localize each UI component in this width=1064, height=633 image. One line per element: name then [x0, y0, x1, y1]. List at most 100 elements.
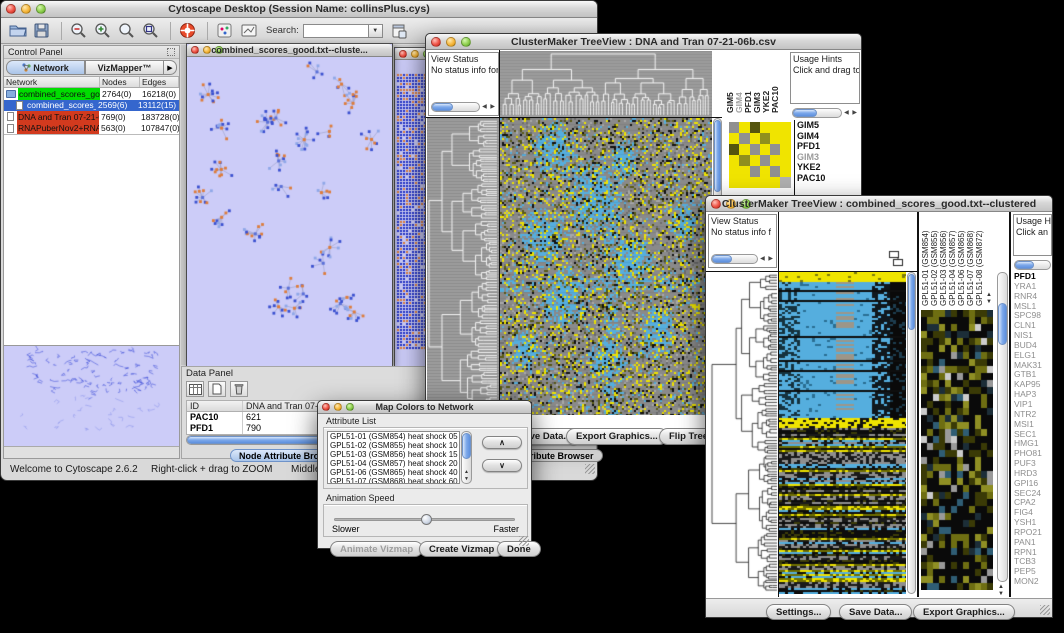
matrix-cell[interactable]	[780, 177, 790, 188]
tv2-usage-scrollbar[interactable]	[1014, 259, 1051, 271]
matrix-cell[interactable]	[760, 144, 770, 155]
matrix-cell[interactable]	[760, 155, 770, 166]
tv1-titlebar[interactable]: ClusterMaker TreeView : DNA and Tran 07-…	[426, 34, 861, 50]
matrix-cell[interactable]	[770, 166, 780, 177]
matrix-cell[interactable]	[729, 133, 739, 144]
select-attributes-icon[interactable]	[186, 381, 204, 397]
tv2-titlebar[interactable]: ClusterMaker TreeView : combined_scores_…	[706, 196, 1052, 212]
tv1-similarity-matrix[interactable]	[729, 122, 791, 188]
slider-thumb[interactable]	[421, 514, 432, 525]
float-panel-icon[interactable]	[167, 48, 175, 56]
zoom-in-icon[interactable]	[92, 21, 113, 41]
create-vizmap-button[interactable]: Create Vizmap	[419, 541, 504, 557]
matrix-cell[interactable]	[739, 144, 749, 155]
tv2-gene-scroll-arrows[interactable]: ▲▼	[998, 584, 1004, 598]
col-nodes[interactable]: Nodes	[100, 77, 140, 87]
matrix-cell[interactable]	[739, 177, 749, 188]
tv1-row-dendrogram[interactable]	[427, 118, 499, 415]
network-list-row[interactable]: combined_scores_good.txt2764(0)16218(0)	[4, 88, 179, 100]
save-icon[interactable]	[31, 21, 52, 41]
matrix-cell[interactable]	[739, 166, 749, 177]
matrix-cell[interactable]	[780, 166, 790, 177]
matrix-cell[interactable]	[780, 155, 790, 166]
dialog-titlebar[interactable]: Map Colors to Network	[318, 401, 531, 414]
zoom-out-icon[interactable]	[68, 21, 89, 41]
network1-canvas[interactable]	[187, 57, 392, 366]
matrix-cell[interactable]	[750, 144, 760, 155]
col-network[interactable]: Network	[4, 77, 100, 87]
resize-grip[interactable]	[585, 464, 595, 474]
tv2-row-dendrogram[interactable]	[708, 272, 778, 594]
matrix-cell[interactable]	[739, 122, 749, 133]
animate-vizmap-button[interactable]: Animate Vizmap	[330, 541, 423, 557]
attribute-list-item[interactable]: GPL51-06 (GSM865) heat shock 40 min	[328, 468, 459, 477]
matrix-cell[interactable]	[770, 177, 780, 188]
matrix-cell[interactable]	[729, 144, 739, 155]
matrix-cell[interactable]	[729, 177, 739, 188]
attribute-list-item[interactable]: GPL51-07 (GSM868) heat shock 60 min	[328, 477, 459, 484]
attribute-list-item[interactable]: GPL51-03 (GSM856) heat shock 15 min	[328, 450, 459, 459]
tv2-label-scroll-arrows[interactable]: ▲▼	[986, 292, 992, 306]
view-status-scrollbar[interactable]: ◀ ▶	[711, 253, 774, 265]
matrix-cell[interactable]	[760, 133, 770, 144]
matrix-cell[interactable]	[760, 166, 770, 177]
matrix-cell[interactable]	[770, 144, 780, 155]
tv2-gene-vscrollbar[interactable]	[997, 272, 1008, 582]
open-folder-icon[interactable]	[7, 21, 28, 41]
matrix-cell[interactable]	[750, 166, 760, 177]
matrix-cell[interactable]	[770, 155, 780, 166]
tab-vizmapper[interactable]: VizMapper™	[85, 60, 164, 75]
attribute-list-item[interactable]: GPL51-01 (GSM854) heat shock 05 min	[328, 432, 459, 441]
col-edges[interactable]: Edges	[140, 77, 179, 87]
matrix-cell[interactable]	[739, 155, 749, 166]
tv2-heatmap[interactable]	[779, 272, 906, 594]
resize-grip[interactable]	[519, 536, 529, 546]
matrix-cell[interactable]	[729, 166, 739, 177]
network-list-row[interactable]: RNAPuberNov2+RNAP.csv563(0)107847(0)	[4, 123, 179, 135]
help-ring-icon[interactable]	[177, 21, 198, 41]
matrix-cell[interactable]	[780, 133, 790, 144]
attribute-list[interactable]: GPL51-01 (GSM854) heat shock 05 minGPL51…	[327, 431, 460, 484]
matrix-cell[interactable]	[729, 122, 739, 133]
attribute-list-item[interactable]: GPL51-02 (GSM855) heat shock 10 min	[328, 441, 459, 450]
network-overview-panel[interactable]	[4, 345, 179, 446]
zoom-fit-icon[interactable]	[140, 21, 161, 41]
close-button[interactable]	[399, 50, 407, 58]
matrix-cell[interactable]	[780, 144, 790, 155]
matrix-cell[interactable]	[729, 155, 739, 166]
settings-button[interactable]: Settings...	[766, 604, 831, 620]
main-titlebar[interactable]: Cytoscape Desktop (Session Name: collins…	[1, 1, 597, 18]
tv2-column-dendrogram[interactable]	[779, 213, 906, 270]
tab-overflow-button[interactable]: ▶	[164, 60, 177, 75]
matrix-cell[interactable]	[760, 122, 770, 133]
matrix-cell[interactable]	[770, 133, 780, 144]
tab-network[interactable]: Network	[6, 60, 85, 75]
attribute-list-scrollbar[interactable]: ▲ ▼	[461, 431, 472, 484]
new-attribute-icon[interactable]	[208, 381, 226, 397]
matrix-cell[interactable]	[780, 122, 790, 133]
col-id[interactable]: ID	[187, 401, 243, 411]
move-up-button[interactable]: ∧	[482, 436, 522, 449]
tv2-detail-heatmap[interactable]	[921, 310, 993, 590]
delete-attribute-icon[interactable]	[230, 381, 248, 397]
resize-grip[interactable]	[1040, 605, 1050, 615]
snapshot-icon[interactable]	[238, 21, 259, 41]
move-down-button[interactable]: ∨	[482, 459, 522, 472]
matrix-cell[interactable]	[750, 122, 760, 133]
matrix-cell[interactable]	[750, 177, 760, 188]
export-graphics-button[interactable]: Export Graphics...	[913, 604, 1015, 620]
annotation-icon[interactable]	[214, 21, 235, 41]
tv2-vscrollbar[interactable]	[907, 272, 916, 594]
network-list-row[interactable]: combined_scores_good.txt--clustered2569(…	[4, 100, 179, 112]
export-graphics-button[interactable]: Export Graphics...	[566, 428, 668, 445]
tv1-usage-scrollbar[interactable]: ◀ ▶	[792, 107, 858, 119]
network1-titlebar[interactable]: combined_scores_good.txt--cluste...	[187, 44, 392, 57]
save-data-button[interactable]: Save Data...	[839, 604, 912, 620]
matrix-cell[interactable]	[750, 155, 760, 166]
search-dropdown-button[interactable]: ▼	[369, 24, 383, 38]
zoom-selected-icon[interactable]	[116, 21, 137, 41]
matrix-cell[interactable]	[750, 133, 760, 144]
matrix-cell[interactable]	[760, 177, 770, 188]
attribute-list-item[interactable]: GPL51-04 (GSM857) heat shock 20 min	[328, 459, 459, 468]
view-status-scrollbar[interactable]: ◀ ▶	[431, 101, 496, 113]
